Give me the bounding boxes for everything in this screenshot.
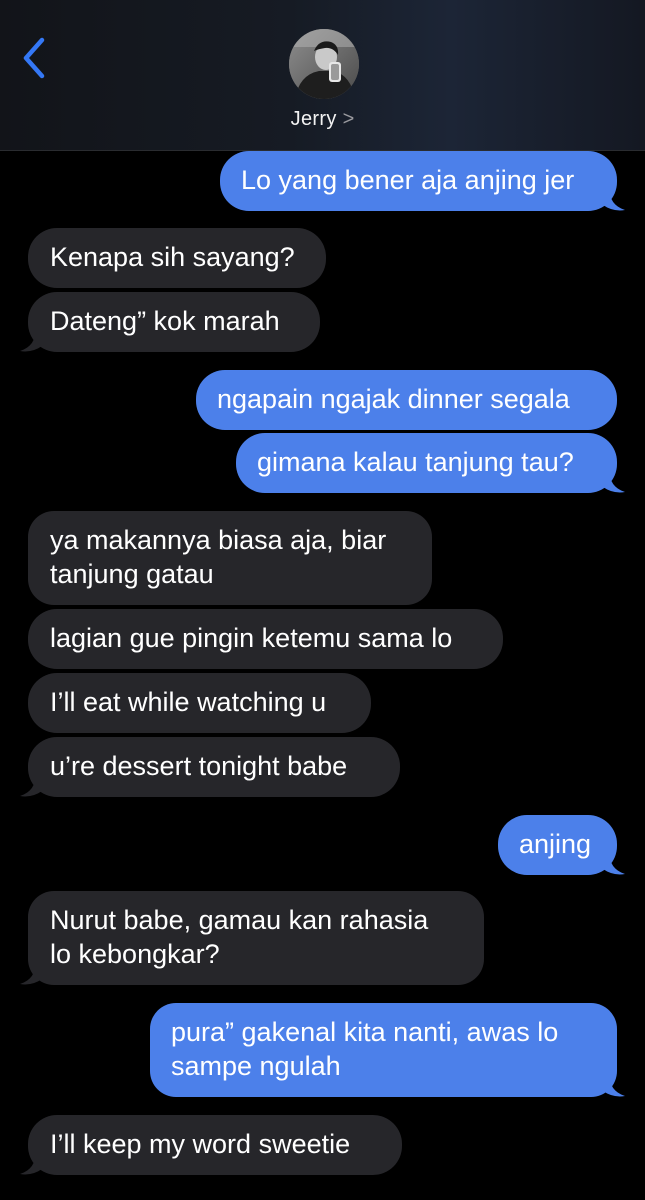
contact-photo — [289, 29, 359, 99]
message-line: anjing — [519, 829, 592, 859]
incoming-message-bubble[interactable]: u’re dessert tonight babe — [20, 737, 400, 797]
conversation-header: Jerry > — [0, 0, 645, 151]
contact-name-button[interactable]: Jerry > — [0, 106, 645, 132]
message-line: pura” gakenal kita nanti, awas lo — [171, 1017, 559, 1047]
bubble-tail — [20, 328, 42, 352]
bubble-tail — [603, 851, 625, 875]
message-line: u’re dessert tonight babe — [50, 751, 348, 781]
incoming-message-bubble[interactable]: lagian gue pingin ketemu sama lo — [28, 609, 503, 669]
bubble-tail — [603, 469, 625, 493]
incoming-message-bubble[interactable]: ya makannya biasa aja, biar tanjung gatau — [28, 511, 432, 605]
message-line: ya makannya biasa aja, biar — [50, 525, 387, 555]
message-line: Kenapa sih sayang? — [50, 242, 295, 272]
message-line: lagian gue pingin ketemu sama lo — [50, 623, 453, 653]
incoming-message-bubble[interactable]: I’ll keep my word sweetie — [20, 1115, 402, 1175]
outgoing-message-bubble[interactable]: gimana kalau tanjung tau? — [236, 433, 625, 493]
incoming-message-bubble[interactable]: I’ll eat while watching u — [28, 673, 371, 733]
message-text: u’re dessert tonight babe — [50, 749, 378, 783]
message-text: Kenapa sih sayang? — [50, 240, 304, 274]
message-line: I’ll keep my word sweetie — [50, 1129, 351, 1159]
message-line: sampe ngulah — [171, 1051, 341, 1081]
message-text: gimana kalau tanjung tau? — [257, 445, 596, 479]
outgoing-message-bubble[interactable]: pura” gakenal kita nanti, awas lo sampe n… — [150, 1003, 625, 1097]
message-text: Dateng” kok marah — [50, 304, 298, 338]
bubble-tail — [20, 1151, 42, 1175]
outgoing-message-bubble[interactable]: ngapain ngajak dinner segala — [196, 370, 617, 430]
message-text: Lo yang bener aja anjing jer — [241, 163, 596, 197]
message-line: lo kebongkar? — [50, 939, 220, 969]
avatar[interactable] — [289, 29, 359, 99]
outgoing-message-bubble[interactable]: Lo yang bener aja anjing jer — [220, 151, 625, 211]
message-text: I’ll keep my word sweetie — [50, 1127, 380, 1161]
message-line: tanjung gatau — [50, 559, 214, 589]
incoming-message-bubble[interactable]: Nurut babe, gamau kan rahasia lo kebongka… — [20, 891, 484, 985]
incoming-message-bubble[interactable]: Kenapa sih sayang? — [28, 228, 326, 288]
incoming-message-bubble[interactable]: Dateng” kok marah — [20, 292, 320, 352]
bubble-tail — [20, 773, 42, 797]
bubble-tail — [20, 961, 42, 985]
message-text: anjing — [519, 827, 596, 861]
message-text: lagian gue pingin ketemu sama lo — [50, 621, 481, 655]
message-line: Dateng” kok marah — [50, 306, 280, 336]
outgoing-message-bubble[interactable]: anjing — [498, 815, 625, 875]
chevron-left-icon — [23, 37, 45, 79]
message-text: ya makannya biasa aja, biar tanjung gatau — [50, 523, 410, 591]
chevron-right-icon: > — [342, 108, 355, 130]
contact-name: Jerry — [290, 108, 337, 130]
bubble-tail — [603, 187, 625, 211]
message-text: pura” gakenal kita nanti, awas lo sampe n… — [171, 1015, 596, 1083]
back-button[interactable] — [18, 34, 52, 82]
message-line: I’ll eat while watching u — [50, 687, 327, 717]
message-text: Nurut babe, gamau kan rahasia lo kebongka… — [50, 903, 462, 971]
message-line: ngapain ngajak dinner segala — [217, 384, 570, 414]
message-line: Nurut babe, gamau kan rahasia — [50, 905, 429, 935]
message-line: gimana kalau tanjung tau? — [257, 447, 574, 477]
bubble-tail — [603, 1073, 625, 1097]
message-text: I’ll eat while watching u — [50, 685, 349, 719]
message-line: Lo yang bener aja anjing jer — [241, 165, 575, 195]
message-text: ngapain ngajak dinner segala — [217, 382, 596, 416]
